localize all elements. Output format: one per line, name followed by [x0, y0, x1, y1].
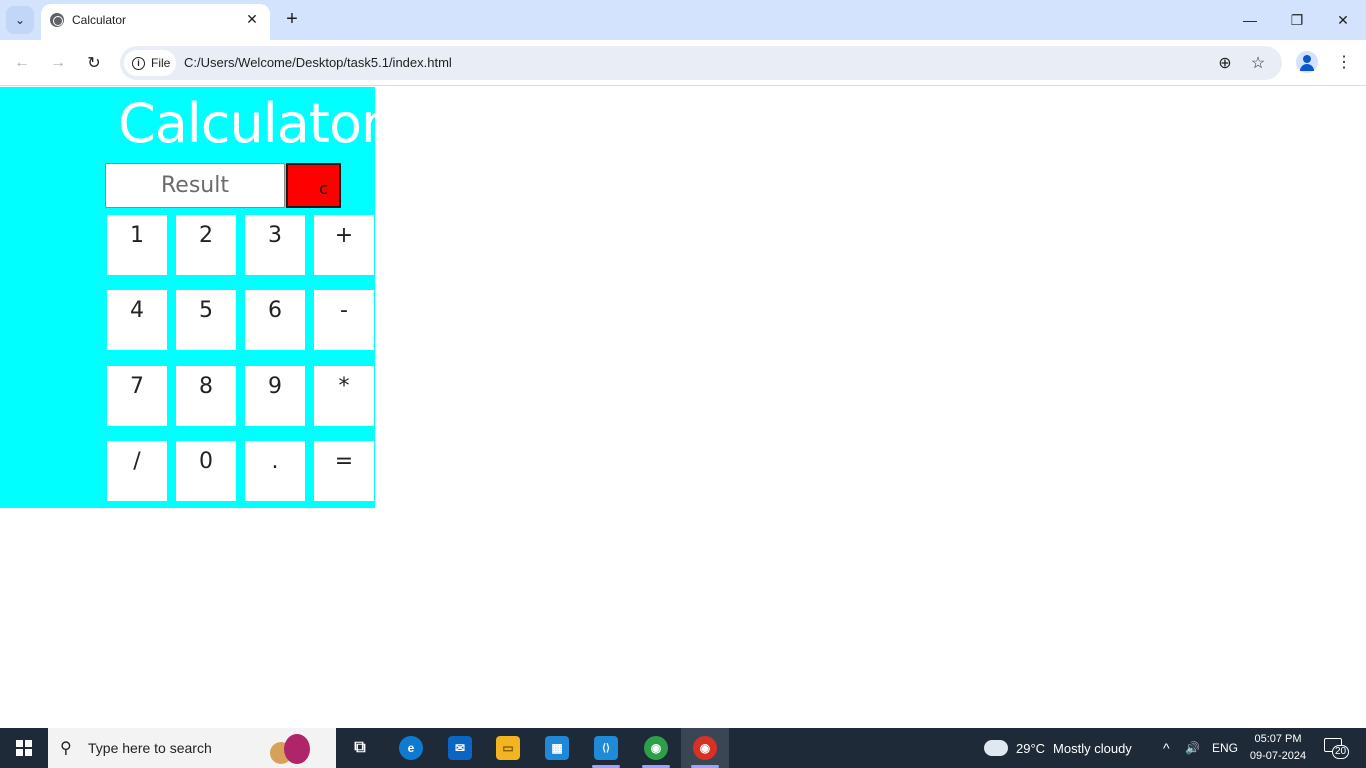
search-highlight-image	[270, 732, 320, 764]
mail-icon[interactable]: ✉	[436, 728, 484, 768]
key-7[interactable]: 7	[107, 366, 167, 426]
chrome-active-icon[interactable]: ◉	[681, 728, 729, 768]
clear-button[interactable]: c	[286, 163, 341, 208]
cloudy-weather-icon	[982, 736, 1008, 756]
minimize-button[interactable]: —	[1238, 8, 1262, 32]
clock[interactable]: 05:07 PM 09-07-2024	[1244, 731, 1312, 765]
key-0[interactable]: 0	[176, 441, 236, 501]
reload-icon[interactable]: ↻	[82, 51, 106, 75]
key-9[interactable]: 9	[245, 366, 305, 426]
new-tab-button[interactable]: +	[281, 8, 303, 30]
key-3[interactable]: 3	[245, 215, 305, 275]
task-view-icon[interactable]: ⧉	[336, 728, 384, 768]
start-button[interactable]	[0, 728, 48, 768]
key-plus[interactable]: +	[314, 215, 374, 275]
vs-code-icon[interactable]: ⟨⟩	[582, 728, 630, 768]
key-4[interactable]: 4	[107, 290, 167, 350]
key-decimal[interactable]: .	[245, 441, 305, 501]
weather-widget[interactable]: 29°C Mostly cloudy	[982, 728, 1132, 768]
microsoft-store-icon[interactable]: ▦	[533, 728, 581, 768]
back-arrow-icon[interactable]: ←	[10, 51, 34, 75]
file-explorer-icon[interactable]: ▭	[484, 728, 532, 768]
key-8[interactable]: 8	[176, 366, 236, 426]
profile-avatar-icon[interactable]	[1296, 51, 1318, 73]
calculator-title: Calculator	[118, 92, 383, 155]
weather-text: Mostly cloudy	[1053, 740, 1132, 756]
url-text[interactable]: C:/Users/Welcome/Desktop/task5.1/index.h…	[184, 55, 452, 70]
restore-button[interactable]: ❐	[1285, 8, 1309, 32]
key-divide[interactable]: /	[107, 441, 167, 501]
key-2[interactable]: 2	[176, 215, 236, 275]
search-icon: ⚲	[60, 740, 72, 757]
clock-time: 05:07 PM	[1254, 733, 1302, 745]
tab-title: Calculator	[72, 13, 127, 27]
forward-arrow-icon[interactable]: →	[46, 51, 70, 75]
edge-icon[interactable]: e	[387, 728, 435, 768]
taskbar: ⚲ Type here to search ⧉ e ✉ ▭ ▦ ⟨⟩ ◉ ◉ 2…	[0, 728, 1366, 768]
key-6[interactable]: 6	[245, 290, 305, 350]
windows-logo-icon	[16, 740, 32, 756]
browser-menu-icon[interactable]: ⋮	[1333, 51, 1355, 73]
weather-temp: 29°C	[1016, 740, 1046, 756]
chrome-icon[interactable]: ◉	[632, 728, 680, 768]
key-multiply[interactable]: *	[314, 366, 374, 426]
taskbar-search-box[interactable]: ⚲ Type here to search	[48, 728, 336, 768]
browser-tab-strip: ⌄ Calculator ✕ + — ❐ ✕	[0, 0, 1366, 40]
result-input[interactable]	[105, 163, 285, 208]
notification-count: 20	[1332, 745, 1350, 759]
zoom-icon[interactable]: ⊕	[1214, 52, 1236, 74]
site-info-chip[interactable]: i File	[124, 50, 176, 76]
browser-toolbar: ← → ↻ i File C:/Users/Welcome/Desktop/ta…	[0, 40, 1366, 86]
key-1[interactable]: 1	[107, 215, 167, 275]
language-indicator[interactable]: ENG	[1212, 728, 1238, 768]
clock-date: 09-07-2024	[1249, 750, 1307, 762]
bookmark-star-icon[interactable]: ☆	[1247, 52, 1269, 74]
tab-search-chevron-icon[interactable]: ⌄	[6, 6, 34, 34]
key-equals[interactable]: =	[314, 441, 374, 501]
volume-icon[interactable]: 🔊	[1185, 728, 1200, 768]
close-window-button[interactable]: ✕	[1331, 8, 1355, 32]
key-5[interactable]: 5	[176, 290, 236, 350]
calculator-panel: Calculator c 1 2 3 + 4 5 6 - 7 8 9 * / 0…	[0, 87, 383, 508]
info-icon: i	[132, 56, 145, 70]
tray-chevron-icon[interactable]: ^	[1163, 728, 1170, 768]
key-minus[interactable]: -	[314, 290, 374, 350]
site-chip-label: File	[151, 56, 171, 70]
globe-icon	[50, 13, 64, 27]
notification-icon[interactable]: 20	[1324, 738, 1350, 759]
search-placeholder: Type here to search	[88, 740, 212, 756]
tab-calculator[interactable]: Calculator ✕	[41, 4, 270, 40]
address-bar[interactable]: i File C:/Users/Welcome/Desktop/task5.1/…	[120, 46, 1282, 80]
tab-close-icon[interactable]: ✕	[242, 9, 262, 29]
